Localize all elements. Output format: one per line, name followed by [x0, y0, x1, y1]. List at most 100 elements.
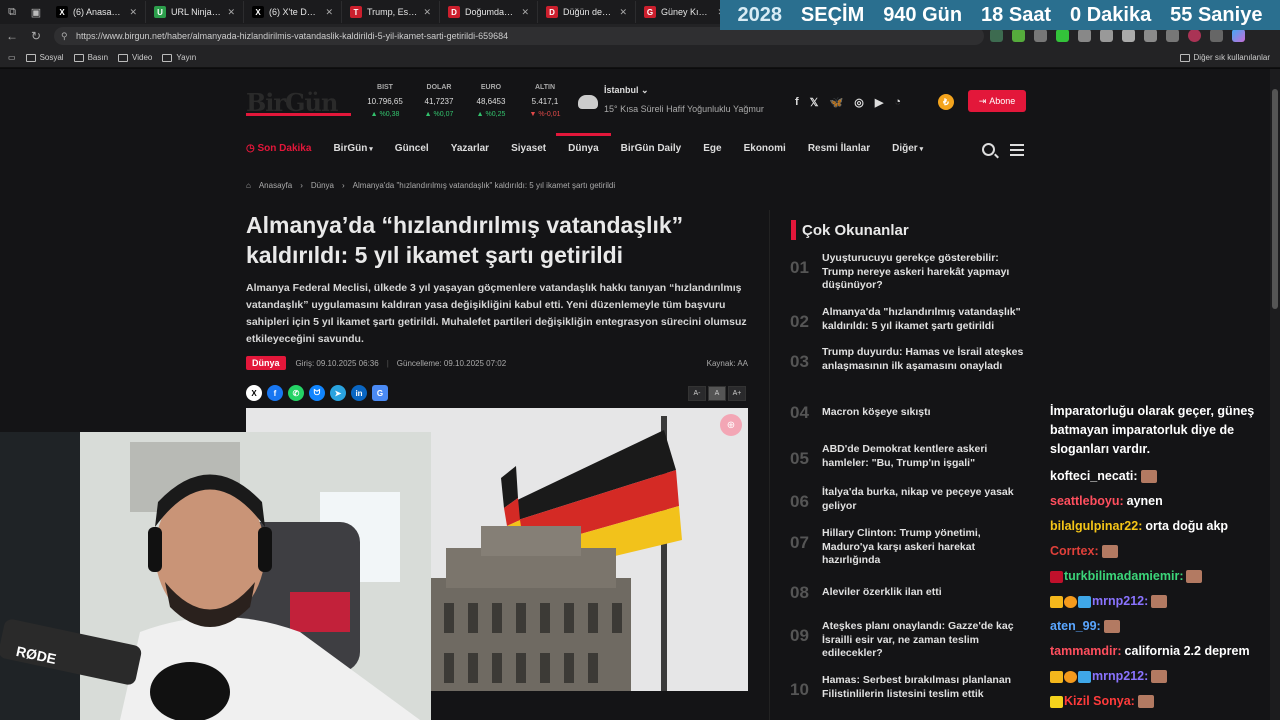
most-read-title[interactable]: Aleviler özerklik ilan etti	[822, 586, 942, 600]
chat-username[interactable]: aten_99:	[1050, 619, 1101, 633]
nav-item-4[interactable]: Siyaset	[511, 143, 546, 154]
other-bookmarks[interactable]: Diğer sık kullanılanlar	[1179, 53, 1270, 62]
most-read-item[interactable]: 10 Hamas: Serbest bırakılması planlanan F…	[790, 674, 1030, 701]
nav-item-0[interactable]: ◷ Son Dakika	[246, 143, 311, 154]
most-read-item[interactable]: 08 Aleviler özerklik ilan etti	[790, 583, 1030, 603]
extension-icon[interactable]	[1100, 29, 1113, 42]
most-read-item[interactable]: 03 Trump duyurdu: Hamas ve İsrail ateşkes…	[790, 346, 1030, 373]
favorites-icon[interactable]	[1144, 29, 1157, 42]
chat-username[interactable]: kofteci_necati:	[1050, 469, 1138, 483]
most-read-item[interactable]: 05 ABD'de Demokrat kentlere askeri hamlel…	[790, 443, 1030, 470]
whatsapp-share-icon[interactable]: ✆	[288, 385, 304, 401]
youtube-icon[interactable]: ▶	[875, 96, 883, 109]
nav-item-2[interactable]: Güncel	[395, 143, 429, 154]
browser-tab[interactable]: X (6) Anasayfa / X ✕	[48, 1, 146, 23]
nav-item-10[interactable]: Diğer ▾	[892, 143, 923, 154]
extension-icon[interactable]	[1034, 29, 1047, 42]
nav-item-1[interactable]: BirGün ▾	[333, 143, 372, 154]
extension-icon[interactable]	[1012, 29, 1025, 42]
most-read-title[interactable]: İtalya'da burka, nikap ve peçeye yasak g…	[822, 486, 1030, 513]
chat-username[interactable]: turkbilimadamiemir:	[1064, 569, 1183, 583]
most-read-item[interactable]: 01 Uyuşturucuyu gerekçe gösterebilir: Tru…	[790, 252, 1030, 293]
browser-tab[interactable]: U URL Ninja (121) ✕	[146, 1, 244, 23]
chat-username[interactable]: Corrtex:	[1050, 544, 1099, 558]
most-read-item[interactable]: 04 Macron köşeye sıkıştı	[790, 403, 1030, 423]
bookmark-folder-basin[interactable]: Basın	[73, 53, 108, 62]
chevron-down-icon[interactable]: ⌄	[641, 85, 649, 95]
x-icon[interactable]: 𝕏	[810, 96, 819, 109]
nav-item-7[interactable]: Ege	[703, 143, 721, 154]
copilot-icon[interactable]	[1232, 29, 1245, 42]
market-ticker-bist[interactable]: BIST 10.796,65 ▲ %0,38	[360, 84, 410, 118]
extension-icon[interactable]	[1078, 29, 1091, 42]
close-tab-icon[interactable]: ✕	[227, 7, 235, 18]
bluesky-share-icon[interactable]: ᗢ	[309, 385, 325, 401]
most-read-title[interactable]: Trump duyurdu: Hamas ve İsrail ateşkes a…	[822, 346, 1030, 373]
home-icon[interactable]: ⌂	[246, 181, 251, 190]
most-read-title[interactable]: Ateşkes planı onaylandı: Gazze'de kaç İs…	[822, 620, 1030, 661]
most-read-title[interactable]: ABD'de Demokrat kentlere askeri hamleler…	[822, 443, 1030, 470]
extension-icon[interactable]	[1056, 29, 1069, 42]
font-increase-button[interactable]: A+	[728, 386, 746, 401]
reading-list-icon[interactable]: ▭	[8, 53, 16, 62]
nav-item-6[interactable]: BirGün Daily	[621, 143, 682, 154]
chat-username[interactable]: seattleboyu:	[1050, 494, 1124, 508]
menu-icon[interactable]	[1210, 29, 1223, 42]
most-read-title[interactable]: Macron köşeye sıkıştı	[822, 406, 931, 420]
bookmark-folder-video[interactable]: Video	[118, 53, 152, 62]
hamburger-menu-icon[interactable]	[1010, 144, 1024, 159]
browser-tab[interactable]: D Doğumdan sonr ✕	[440, 1, 538, 23]
market-ticker-dolar[interactable]: DOLAR 41,7237 ▲ %0,07	[414, 84, 464, 118]
telegram-share-icon[interactable]: ➤	[330, 385, 346, 401]
market-ticker-altin[interactable]: ALTIN 5.417,1 ▼ %-0,01	[520, 84, 570, 118]
category-badge[interactable]: Dünya	[246, 356, 286, 370]
nav-item-3[interactable]: Yazarlar	[451, 143, 489, 154]
linkedin-share-icon[interactable]: in	[351, 385, 367, 401]
font-decrease-button[interactable]: A-	[688, 386, 706, 401]
close-tab-icon[interactable]: ✕	[423, 7, 431, 18]
chat-username[interactable]: Kizil Sonya:	[1064, 694, 1135, 708]
nav-item-9[interactable]: Resmi İlanlar	[808, 143, 870, 154]
bluesky-icon[interactable]: 🦋	[830, 96, 844, 109]
most-read-title[interactable]: Hamas: Serbest bırakılması planlanan Fil…	[822, 674, 1030, 701]
back-button[interactable]: ←	[0, 29, 24, 43]
browser-tab[interactable]: X (6) X'te Deniz Yı ✕	[244, 1, 342, 23]
most-read-item[interactable]: 06 İtalya'da burka, nikap ve peçeye yasak…	[790, 486, 1030, 513]
weather-city[interactable]: İstanbul ⌄	[604, 85, 764, 96]
most-read-item[interactable]: 09 Ateşkes planı onaylandı: Gazze'de kaç …	[790, 620, 1030, 661]
most-read-item[interactable]: 02 Almanya'da "hızlandırılmış vatandaşlık…	[790, 306, 1030, 333]
bookmark-folder-yayin[interactable]: Yayın	[162, 53, 196, 62]
extension-icon[interactable]	[1122, 29, 1135, 42]
donate-coin-icon[interactable]: ₺	[938, 94, 954, 110]
profile-avatar[interactable]	[1188, 29, 1201, 42]
zoom-image-icon[interactable]: ⊕	[720, 414, 742, 436]
most-read-title[interactable]: Almanya'da "hızlandırılmış vatandaşlık" …	[822, 306, 1030, 333]
facebook-share-icon[interactable]: f	[267, 385, 283, 401]
nav-item-5[interactable]: Dünya	[556, 133, 611, 154]
birgun-logo[interactable]: BirGün	[246, 88, 351, 117]
most-read-item[interactable]: 07 Hillary Clinton: Trump yönetimi, Madur…	[790, 527, 1030, 568]
scrollbar-thumb[interactable]	[1272, 89, 1278, 309]
close-tab-icon[interactable]: ✕	[521, 7, 529, 18]
chat-username[interactable]: bilalgulpinar22:	[1050, 519, 1142, 533]
close-tab-icon[interactable]: ✕	[619, 7, 627, 18]
instagram-icon[interactable]: ◎	[854, 96, 864, 109]
tab-actions-icon[interactable]: ▣	[24, 0, 48, 24]
browser-tab[interactable]: D Düğün değil sav ✕	[538, 1, 636, 23]
market-ticker-euro[interactable]: EURO 48,6453 ▲ %0,25	[466, 84, 516, 118]
breadcrumb-category[interactable]: Dünya	[311, 181, 334, 190]
search-icon[interactable]	[982, 143, 995, 156]
breadcrumb-home[interactable]: Anasayfa	[259, 181, 292, 190]
close-tab-icon[interactable]: ✕	[129, 7, 137, 18]
shield-icon[interactable]	[1166, 29, 1179, 42]
site-info-icon[interactable]: ⚲	[61, 31, 68, 42]
close-tab-icon[interactable]: ✕	[325, 7, 333, 18]
subscribe-button[interactable]: ⇥ Abone	[968, 90, 1026, 112]
x-share-icon[interactable]: X	[246, 385, 262, 401]
rss-icon[interactable]: ◔	[894, 96, 901, 109]
google-news-icon[interactable]: G	[372, 385, 388, 401]
chat-username[interactable]: mrnp212:	[1092, 594, 1148, 608]
workspaces-icon[interactable]: ⧉	[0, 0, 24, 24]
chat-username[interactable]: tammamdir:	[1050, 644, 1122, 658]
browser-tab[interactable]: T Trump, Eskişehir ✕	[342, 1, 440, 23]
